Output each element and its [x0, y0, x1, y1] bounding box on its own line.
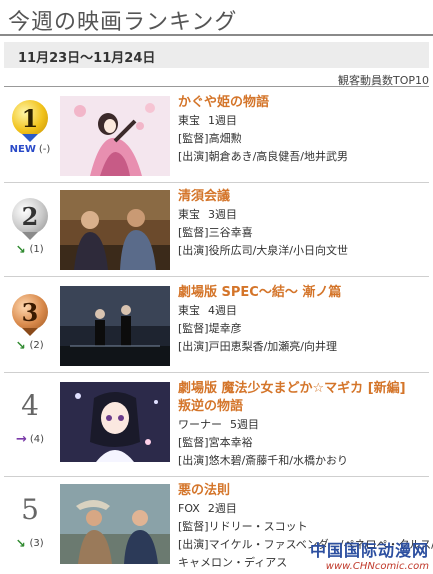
- weeks: 4週目: [208, 304, 237, 317]
- rank-number: 5: [21, 493, 39, 526]
- cast: [出演]朝倉あき/高良健吾/地井武男: [178, 150, 348, 163]
- movie-title[interactable]: 劇場版 SPEC〜結〜 漸ノ篇: [178, 284, 428, 302]
- movie-title[interactable]: かぐや姫の物語: [178, 94, 428, 112]
- watermark-url: www.CHNcomic.com: [325, 561, 429, 572]
- studio: ワーナー: [178, 418, 222, 431]
- cast: [出演]戸田恵梨香/加瀬亮/向井理: [178, 340, 337, 353]
- weeks: 2週目: [207, 502, 237, 515]
- entry-divider: [4, 276, 429, 277]
- rank-change: → (2): [4, 336, 56, 354]
- ranking-entry-1[interactable]: 1 NEW (-) かぐや姫の物語 東宝 1週目 [監督]高畑勲 [出演]朝倉あき…: [4, 94, 429, 180]
- arrow-right-icon: →: [15, 432, 27, 447]
- entry-divider: [4, 372, 429, 373]
- studio-weeks: 東宝 4週目: [178, 302, 428, 320]
- rank-change-value: (3): [29, 537, 44, 549]
- arrow-down-icon: →: [12, 534, 30, 552]
- rank-column: 4 → (4): [4, 388, 56, 447]
- movie-thumbnail[interactable]: [60, 190, 170, 270]
- rank-change: → (1): [4, 240, 56, 258]
- rank-column: 3 → (2): [4, 294, 56, 354]
- director: [監督]三谷幸喜: [178, 226, 253, 239]
- date-bar: 11月23日〜11月24日: [4, 42, 429, 68]
- date-range: 11月23日〜11月24日: [18, 51, 156, 66]
- rank-number: 2: [21, 201, 39, 231]
- movie-thumbnail[interactable]: [60, 96, 170, 176]
- movie-title[interactable]: 悪の法則: [178, 482, 428, 500]
- movie-thumbnail[interactable]: [60, 286, 170, 366]
- cast: [出演]役所広司/大泉洋/小日向文世: [178, 244, 348, 257]
- rank-column: 5 → (3): [4, 492, 56, 552]
- rank-column: 1 NEW (-): [4, 100, 56, 155]
- director: [監督]リドリー・スコット: [178, 520, 308, 533]
- studio: 東宝: [178, 304, 200, 317]
- director: [監督]宮本幸裕: [178, 436, 253, 449]
- studio-weeks: 東宝 1週目: [178, 112, 428, 130]
- rank-change: → (4): [4, 432, 56, 447]
- rank-change-value: (2): [29, 339, 44, 351]
- weeks: 5週目: [230, 418, 259, 431]
- silver-medal-icon: 2: [12, 198, 48, 240]
- movie-thumbnail[interactable]: [60, 484, 170, 564]
- movie-title[interactable]: 劇場版 魔法少女まどか☆マギカ [新編]: [178, 380, 428, 398]
- bronze-medal-icon: 3: [12, 294, 48, 336]
- new-badge: NEW: [9, 144, 36, 155]
- rank-change-value: (4): [29, 434, 45, 445]
- entry-divider: [4, 182, 429, 183]
- weeks: 1週目: [208, 114, 237, 127]
- rank-number: 4: [21, 389, 39, 422]
- basis-divider: [4, 86, 429, 87]
- rank-change: → (3): [4, 534, 56, 552]
- arrow-down-icon: →: [12, 240, 30, 258]
- movie-title[interactable]: 清須会議: [178, 188, 428, 206]
- rank-number: 3: [21, 297, 39, 327]
- watermark-main: 中国国际动漫网: [309, 541, 429, 560]
- gold-medal-icon: 1: [12, 100, 48, 142]
- director: [監督]堤幸彦: [178, 322, 242, 335]
- studio-weeks: ワーナー 5週目: [178, 416, 428, 434]
- rank-number: 1: [21, 103, 39, 133]
- studio: 東宝: [178, 114, 200, 127]
- director: [監督]高畑勲: [178, 132, 242, 145]
- studio: 東宝: [178, 208, 200, 221]
- rank-column: 2 → (1): [4, 198, 56, 258]
- studio-weeks: FOX 2週目: [178, 500, 428, 518]
- movie-title-continued[interactable]: 叛逆の物語: [178, 398, 428, 416]
- studio-weeks: 東宝 3週目: [178, 206, 428, 224]
- movie-info: 清須会議 東宝 3週目 [監督]三谷幸喜 [出演]役所広司/大泉洋/小日向文世: [178, 188, 428, 260]
- rank-change-value: (-): [38, 144, 51, 155]
- ranking-entry-2[interactable]: 2 → (1) 清須会議 東宝 3週目 [監督]三谷幸喜 [出演]役所広司/大泉洋…: [4, 188, 429, 274]
- arrow-down-icon: →: [12, 336, 30, 354]
- ranking-entry-4[interactable]: 4 → (4) 劇場版 魔法少女まどか☆マギカ [新編] 叛逆の物語 ワーナー 5…: [4, 378, 429, 474]
- site-watermark: 中国国际动漫网 www.CHNcomic.com: [310, 537, 429, 572]
- page-title: 今週の映画ランキング: [8, 10, 238, 35]
- cast: [出演]悠木碧/斎藤千和/水橋かおり: [178, 454, 348, 467]
- weeks: 3週目: [208, 208, 237, 221]
- studio: FOX: [178, 502, 200, 515]
- movie-info: 劇場版 SPEC〜結〜 漸ノ篇 東宝 4週目 [監督]堤幸彦 [出演]戸田恵梨香/…: [178, 284, 428, 356]
- movie-info: 劇場版 魔法少女まどか☆マギカ [新編] 叛逆の物語 ワーナー 5週目 [監督]宮…: [178, 380, 428, 470]
- ranking-entry-3[interactable]: 3 → (2) 劇場版 SPEC〜結〜 漸ノ篇 東宝 4週目 [監督]堤幸彦 [出…: [4, 282, 429, 370]
- title-divider: [0, 34, 433, 36]
- movie-info: かぐや姫の物語 東宝 1週目 [監督]高畑勲 [出演]朝倉あき/高良健吾/地井武男: [178, 94, 428, 166]
- rank-change: NEW (-): [4, 144, 56, 155]
- entry-divider: [4, 476, 429, 477]
- movie-thumbnail[interactable]: [60, 382, 170, 462]
- rank-change-value: (1): [29, 243, 44, 255]
